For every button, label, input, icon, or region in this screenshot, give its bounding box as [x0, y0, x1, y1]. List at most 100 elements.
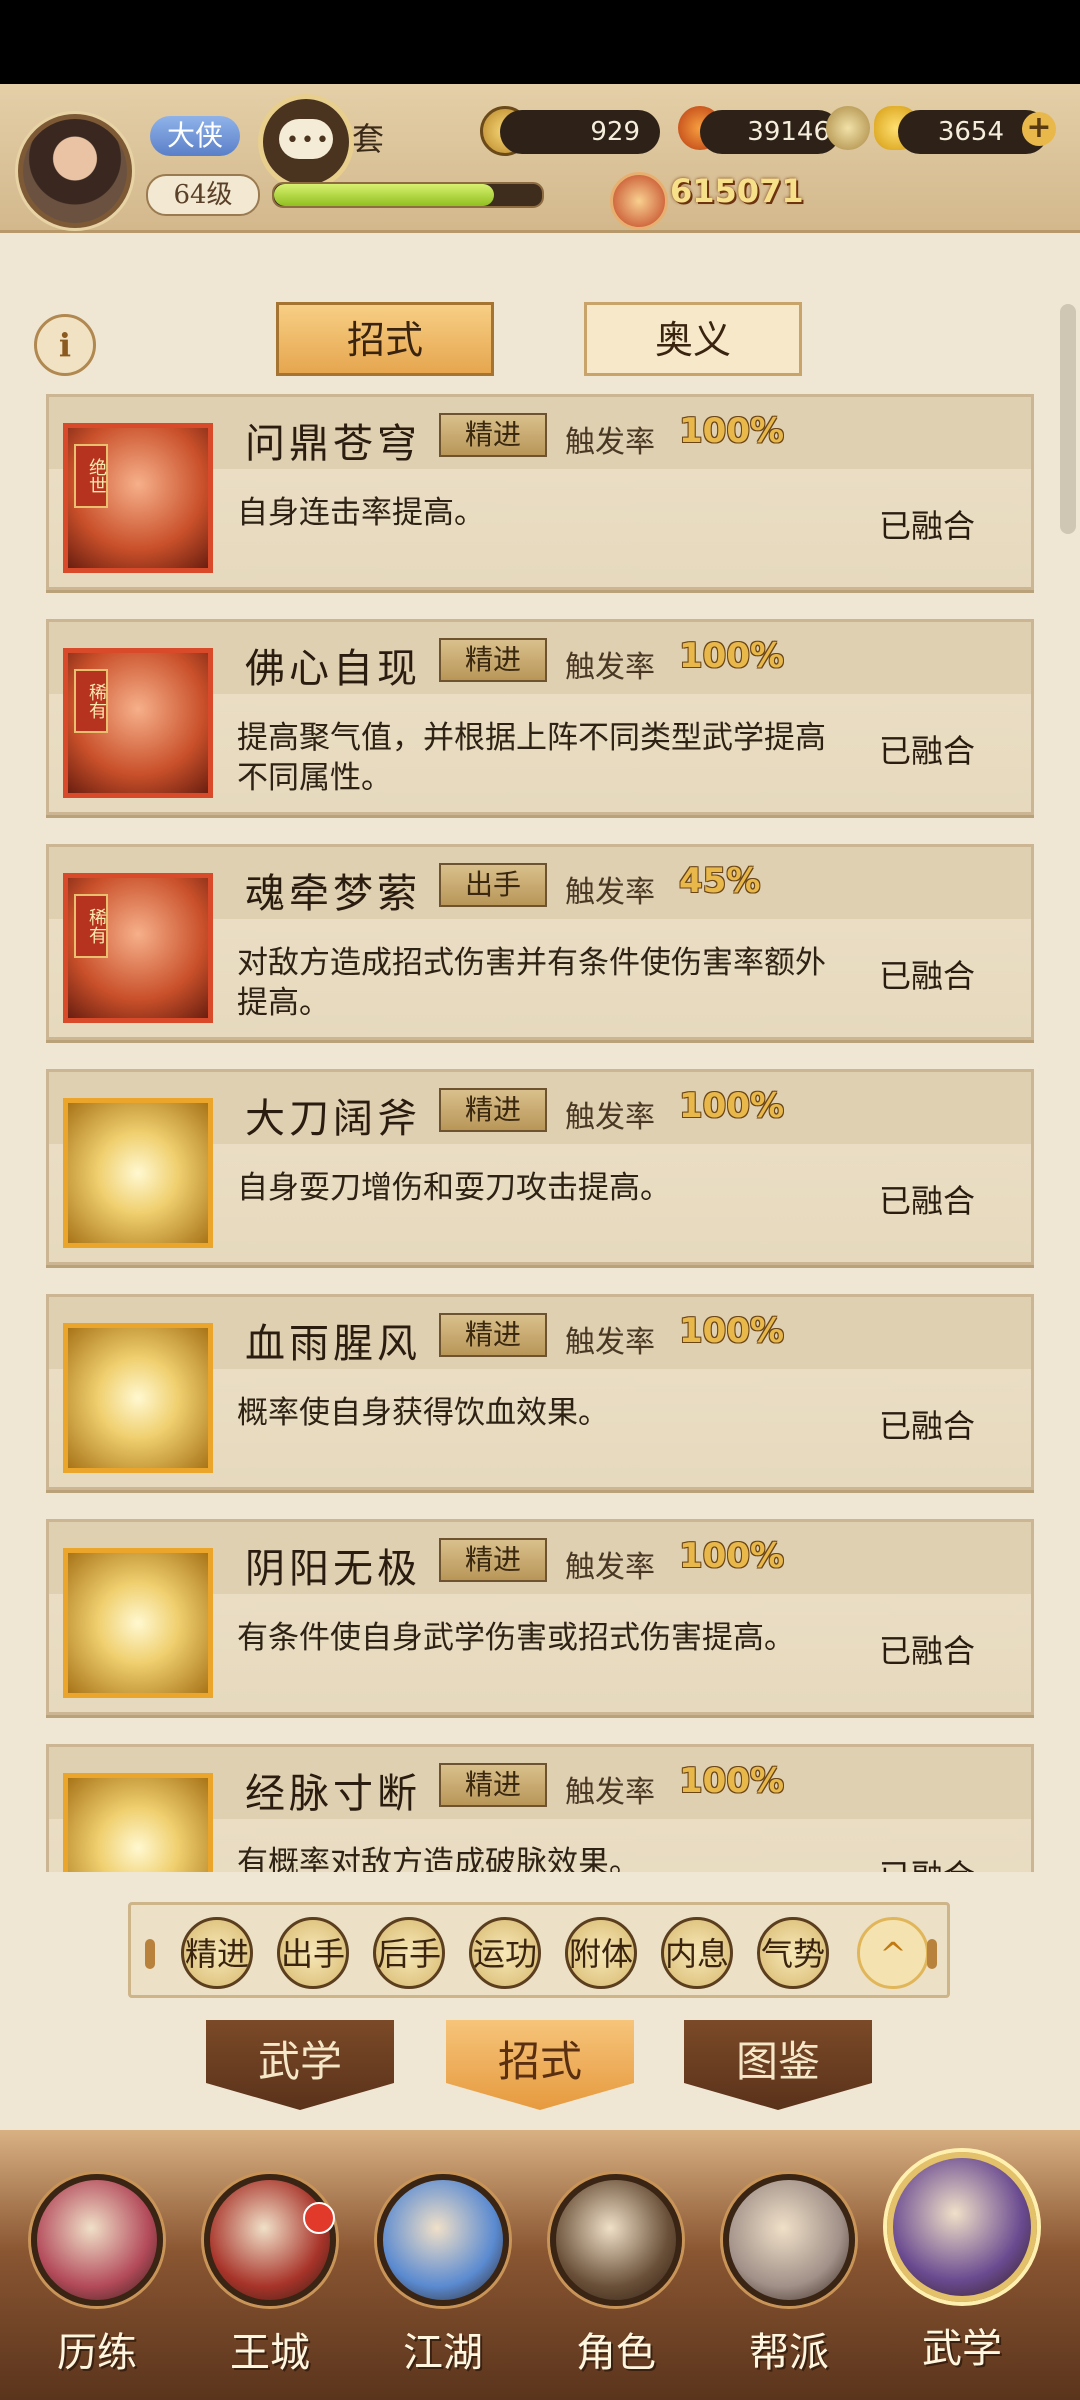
rarity-badge: 绝世 [74, 444, 108, 508]
skill-type-tag: 精进 [439, 638, 547, 682]
skill-name: 问鼎苍穹 [245, 421, 421, 467]
skill-icon[interactable] [63, 1098, 213, 1248]
skill-type-tag: 精进 [439, 1763, 547, 1807]
nav-icon [723, 2174, 855, 2306]
subtab-martial-arts[interactable]: 武学 [206, 2020, 394, 2110]
tab-moves[interactable]: 招式 [276, 302, 494, 376]
skill-description: 有概率对敌方造成破脉效果。 [237, 1845, 640, 1872]
skill-card[interactable]: 经脉寸断 精进 触发率 100% 有概率对敌方造成破脉效果。 已融合 [46, 1744, 1034, 1872]
filter-chip[interactable]: 后手 [373, 1917, 445, 1989]
skill-card[interactable]: 绝世 问鼎苍穹 精进 触发率 100% 自身连击率提高。 已融合 [46, 394, 1034, 590]
trigger-rate-label: 触发率 [565, 1550, 655, 1585]
skill-description: 对敌方造成招式伤害并有条件使伤害率额外提高。 [237, 945, 826, 1021]
skill-type-tag: 精进 [439, 1088, 547, 1132]
nav-item[interactable]: 角色 [541, 2174, 691, 2384]
rarity-badge: 稀有 [74, 894, 108, 958]
skill-name: 阴阳无极 [245, 1546, 421, 1592]
skill-description: 自身耍刀增伤和耍刀攻击提高。 [237, 1170, 671, 1206]
player-header: 大侠 ••• 套 64级 929 39146 3654 + 615071 [0, 84, 1080, 233]
collapse-filter-button[interactable]: ^ [857, 1917, 929, 1989]
trigger-rate-value: 100% [679, 411, 785, 451]
nav-item[interactable]: 历练 [22, 2174, 172, 2384]
tab-mysteries[interactable]: 奥义 [584, 302, 802, 376]
nav-label: 角色 [576, 2330, 656, 2376]
skill-icon[interactable]: 绝世 [63, 423, 213, 573]
skill-icon[interactable]: 稀有 [63, 873, 213, 1023]
trigger-rate-value: 100% [679, 1761, 785, 1801]
skill-description: 概率使自身获得饮血效果。 [237, 1395, 609, 1431]
trigger-rate-label: 触发率 [565, 1325, 655, 1360]
status-bar [0, 0, 1080, 84]
skill-card[interactable]: 阴阳无极 精进 触发率 100% 有条件使自身武学伤害或招式伤害提高。 已融合 [46, 1519, 1034, 1715]
trigger-rate-value: 100% [679, 1311, 785, 1351]
skill-description: 自身连击率提高。 [237, 495, 485, 531]
filter-chip[interactable]: 气势 [757, 1917, 829, 1989]
exp-bar-fill [274, 184, 494, 206]
subtab-moves[interactable]: 招式 [446, 2020, 634, 2110]
filter-chip[interactable]: 出手 [277, 1917, 349, 1989]
add-gold-button[interactable]: + [1022, 112, 1056, 146]
fusion-status: 已融合 [879, 1632, 976, 1670]
copper-coin-value: 929 [500, 110, 660, 154]
type-filter-bar: 精进 出手 后手 运功 附体 内息 气势 ^ [128, 1902, 950, 1998]
filter-bar-end-right [927, 1939, 937, 1969]
trigger-rate-value: 100% [679, 1536, 785, 1576]
rarity-badge: 稀有 [74, 669, 108, 733]
fusion-status: 已融合 [879, 957, 976, 995]
fusion-status: 已融合 [879, 1182, 976, 1220]
nav-item[interactable]: 帮派 [714, 2174, 864, 2384]
skill-list: 绝世 问鼎苍穹 精进 触发率 100% 自身连击率提高。 已融合 稀有 佛心自现… [46, 394, 1034, 1872]
skill-card[interactable]: 稀有 佛心自现 精进 触发率 100% 提高聚气值，并根据上阵不同类型武学提高不… [46, 619, 1034, 815]
trigger-rate-label: 触发率 [565, 1100, 655, 1135]
filter-chip[interactable]: 精进 [181, 1917, 253, 1989]
trigger-rate-label: 触发率 [565, 1775, 655, 1810]
nav-label: 王城 [230, 2330, 310, 2376]
fusion-status: 已融合 [879, 732, 976, 770]
fusion-status: 已融合 [879, 1407, 976, 1445]
scrollbar-thumb[interactable] [1060, 304, 1076, 534]
skill-card[interactable]: 血雨腥风 精进 触发率 100% 概率使自身获得饮血效果。 已融合 [46, 1294, 1034, 1490]
nav-label: 武学 [922, 2326, 1002, 2372]
trigger-rate-label: 触发率 [565, 875, 655, 910]
player-name: 套 [352, 120, 385, 158]
chat-dots: ••• [286, 128, 331, 153]
trigger-rate-value: 100% [679, 636, 785, 676]
nav-icon [204, 2174, 336, 2306]
subtab-encyclopedia[interactable]: 图鉴 [684, 2020, 872, 2110]
skill-type-tag: 精进 [439, 1313, 547, 1357]
chat-button[interactable]: ••• [258, 94, 354, 190]
nav-item[interactable]: 武学 [887, 2152, 1037, 2372]
skill-icon[interactable] [63, 1773, 213, 1872]
skill-icon[interactable] [63, 1548, 213, 1698]
skill-icon[interactable]: 稀有 [63, 648, 213, 798]
skill-name: 经脉寸断 [245, 1771, 421, 1817]
nav-icon [31, 2174, 163, 2306]
skill-card[interactable]: 大刀阔斧 精进 触发率 100% 自身耍刀增伤和耍刀攻击提高。 已融合 [46, 1069, 1034, 1265]
notification-dot [303, 2202, 335, 2234]
skill-description: 有条件使自身武学伤害或招式伤害提高。 [237, 1620, 795, 1656]
nav-item[interactable]: 王城 [195, 2174, 345, 2384]
trigger-rate-label: 触发率 [565, 425, 655, 460]
skill-name: 魂牵梦萦 [245, 871, 421, 917]
trigger-rate-value: 100% [679, 1086, 785, 1126]
filter-chip[interactable]: 运功 [469, 1917, 541, 1989]
nav-icon [887, 2152, 1037, 2302]
skill-description: 提高聚气值，并根据上阵不同类型武学提高不同属性。 [237, 720, 826, 796]
filter-chip[interactable]: 内息 [661, 1917, 733, 1989]
exp-bar [272, 182, 544, 208]
skill-name: 血雨腥风 [245, 1321, 421, 1367]
nav-item[interactable]: 江湖 [368, 2174, 518, 2384]
skill-type-tag: 精进 [439, 1538, 547, 1582]
player-avatar[interactable] [18, 114, 132, 228]
nav-icon [550, 2174, 682, 2306]
filter-bar-end-left [145, 1939, 155, 1969]
player-level: 64级 [146, 174, 260, 216]
filter-chip[interactable]: 附体 [565, 1917, 637, 1989]
bottom-navigation: 历练 王城 江湖 角色 帮派 武学 [0, 2130, 1080, 2400]
nav-icon [377, 2174, 509, 2306]
nav-label: 江湖 [403, 2330, 483, 2376]
info-button[interactable]: i [34, 314, 96, 376]
skill-card[interactable]: 稀有 魂牵梦萦 出手 触发率 45% 对敌方造成招式伤害并有条件使伤害率额外提高… [46, 844, 1034, 1040]
skill-icon[interactable] [63, 1323, 213, 1473]
skill-name: 佛心自现 [245, 646, 421, 692]
